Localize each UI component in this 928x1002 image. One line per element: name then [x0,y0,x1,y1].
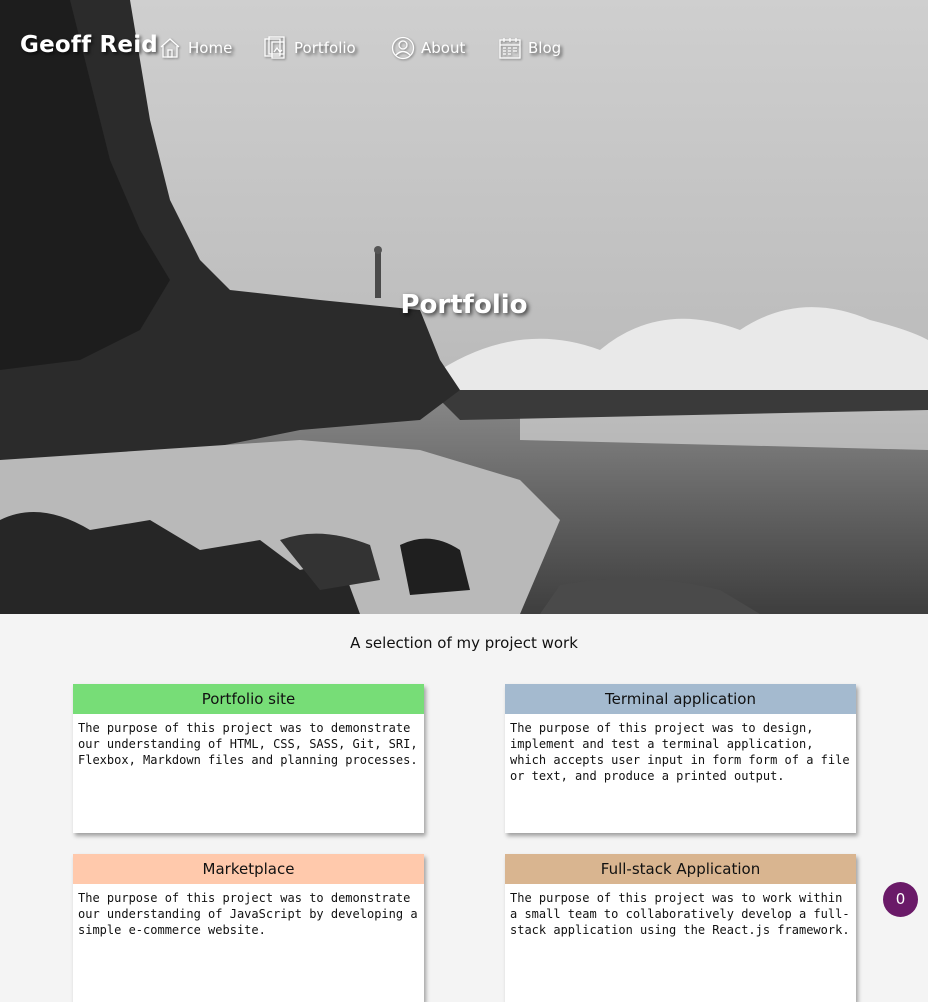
user-icon [391,36,415,60]
nav-item-blog[interactable]: Blog [498,34,561,62]
card-description: The purpose of this project was to demon… [78,891,418,937]
nav-item-about[interactable]: About [391,34,465,62]
card-title: Marketplace [73,854,424,884]
section-subtitle: A selection of my project work [350,634,578,652]
project-card-portfolio-site[interactable]: Portfolio site The purpose of this proje… [73,684,424,833]
project-card-marketplace[interactable]: Marketplace The purpose of this project … [73,854,424,1002]
hero-banner: Geoff Reid Home Portfolio About Blog Por… [0,0,928,614]
counter-badge[interactable]: 0 [883,882,918,917]
project-card-terminal-application[interactable]: Terminal application The purpose of this… [505,684,856,833]
nav-item-label: Portfolio [294,39,356,57]
brand-logo-text[interactable]: Geoff Reid [20,32,158,58]
nav-item-portfolio[interactable]: Portfolio [263,34,356,62]
card-title: Portfolio site [73,684,424,714]
project-card-full-stack-application[interactable]: Full-stack Application The purpose of th… [505,854,856,1002]
calendar-icon [499,38,521,59]
nav-item-home[interactable]: Home [158,34,232,62]
top-navigation: Geoff Reid Home Portfolio About Blog [0,0,928,96]
card-description: The purpose of this project was to demon… [78,721,418,767]
card-title: Terminal application [505,684,856,714]
home-icon [160,38,180,58]
portfolio-icon [264,36,285,59]
page-title: Portfolio [400,290,528,320]
card-description: The purpose of this project was to work … [510,891,850,937]
card-title: Full-stack Application [505,854,856,884]
nav-item-label: Blog [528,39,562,57]
nav-item-label: Home [188,39,233,57]
card-description: The purpose of this project was to desig… [510,721,850,783]
nav-item-label: About [421,39,466,57]
